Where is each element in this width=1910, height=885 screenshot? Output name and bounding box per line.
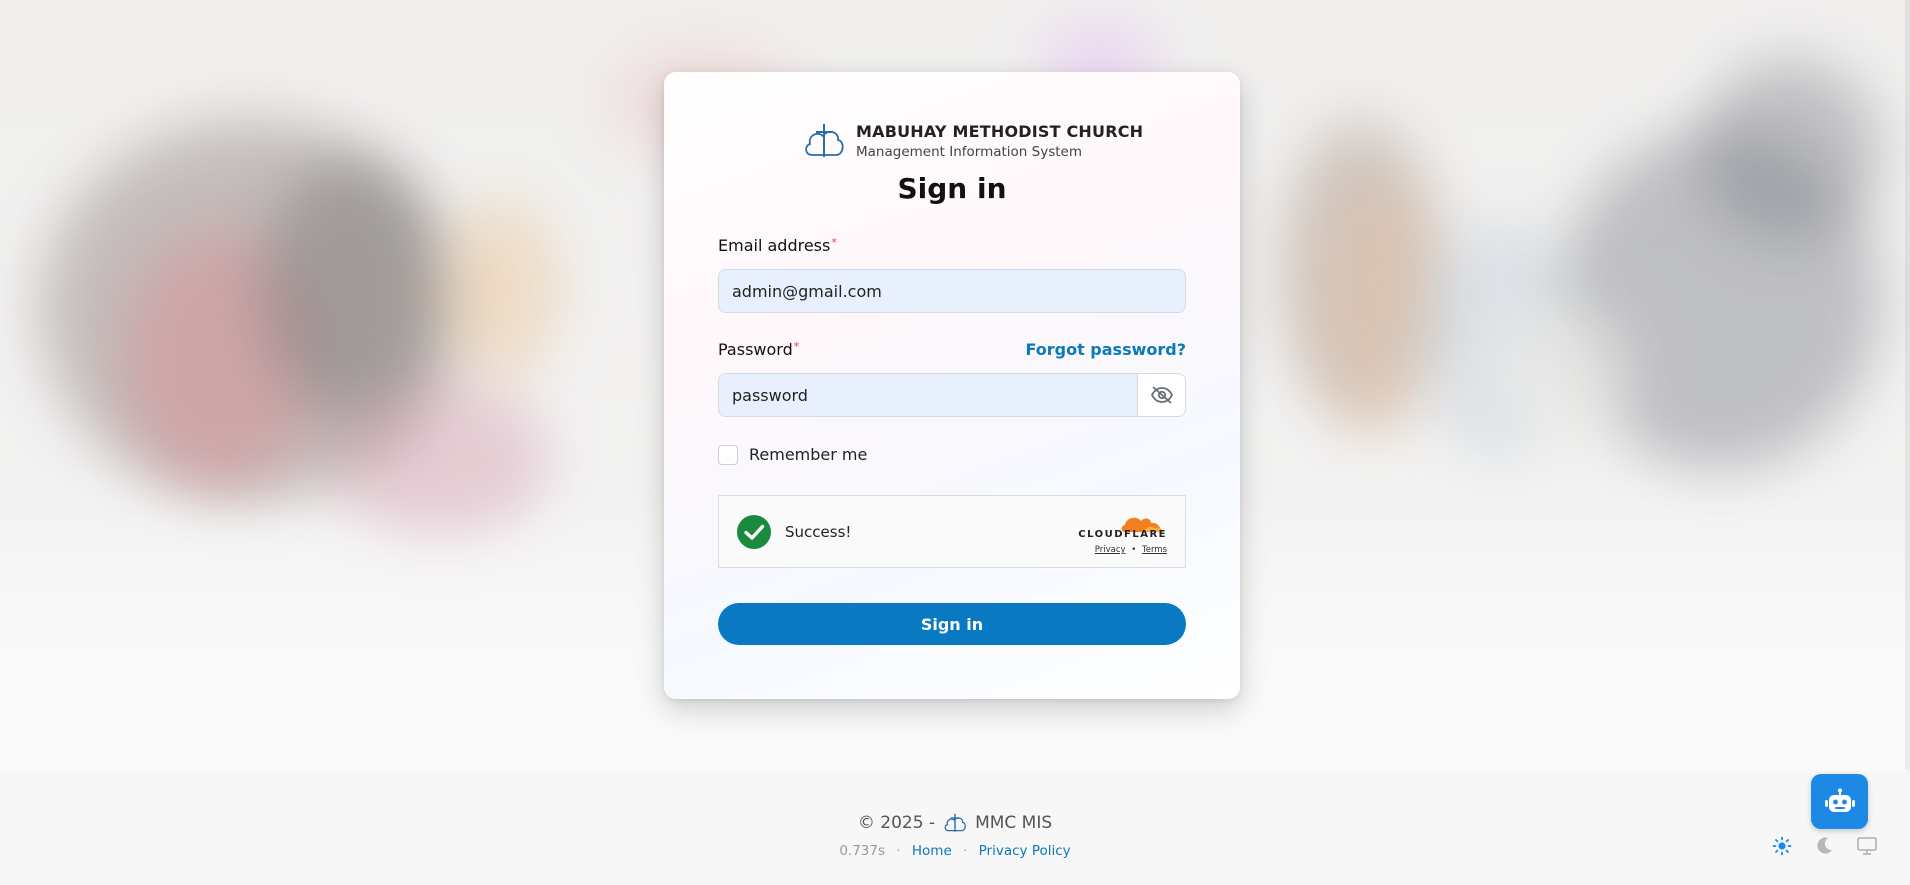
theme-switcher [1772,836,1878,856]
email-label: Email address* [718,236,837,255]
signin-card: MABUHAY METHODIST CHURCH Management Info… [664,72,1240,699]
password-label: Password* [718,340,799,359]
captcha-privacy-link[interactable]: Privacy [1095,545,1126,555]
cloudflare-turnstile-widget: Success! CLOUDFLARE Privacy • Terms [718,495,1186,568]
success-check-icon [737,515,771,549]
sign-in-button[interactable]: Sign in [718,603,1186,645]
password-label-text: Password [718,340,793,359]
cross-cloud-icon [944,813,966,832]
forgot-password-link[interactable]: Forgot password? [1025,340,1186,359]
sun-icon[interactable] [1772,836,1792,856]
footer-separator: · [896,843,901,859]
cross-cloud-icon [805,124,844,157]
toggle-password-visibility-button[interactable] [1138,373,1186,417]
brand-header: MABUHAY METHODIST CHURCH Management Info… [802,119,1143,163]
system-subtitle: Management Information System [856,144,1082,160]
privacy-policy-link[interactable]: Privacy Policy [979,843,1071,859]
password-input[interactable] [718,373,1138,417]
eye-slash-icon [1150,386,1173,404]
scrollbar-track[interactable] [1905,0,1910,770]
copyright-line: © 2025 - MMC MIS [0,811,1910,835]
remember-me-checkbox[interactable] [718,445,738,465]
moon-icon[interactable] [1814,836,1834,856]
cloudflare-links: Privacy • Terms [1095,545,1167,555]
copyright-text: © 2025 - [857,813,936,833]
footer-separator: · [963,843,968,859]
monitor-icon[interactable] [1856,836,1878,856]
church-name: MABUHAY METHODIST CHURCH [856,122,1144,141]
app-name: MMC MIS [975,813,1053,833]
cloudflare-wordmark: CLOUDFLARE [1078,529,1167,540]
captcha-status: Success! [785,523,852,541]
page-footer: © 2025 - MMC MIS 0.737s · Home · Privacy… [0,770,1910,885]
load-time: 0.737s [839,843,885,859]
link-separator: • [1131,545,1137,555]
footer-links: 0.737s · Home · Privacy Policy [0,843,1910,859]
required-marker: * [831,236,837,249]
email-input[interactable] [718,269,1186,313]
chatbot-button[interactable] [1811,774,1868,829]
page-title: Sign in [897,172,1007,205]
captcha-terms-link[interactable]: Terms [1142,545,1167,555]
home-link[interactable]: Home [912,843,952,859]
remember-me-label[interactable]: Remember me [749,445,867,464]
required-marker: * [793,340,800,353]
email-label-text: Email address [718,236,831,255]
robot-icon [1824,788,1855,812]
